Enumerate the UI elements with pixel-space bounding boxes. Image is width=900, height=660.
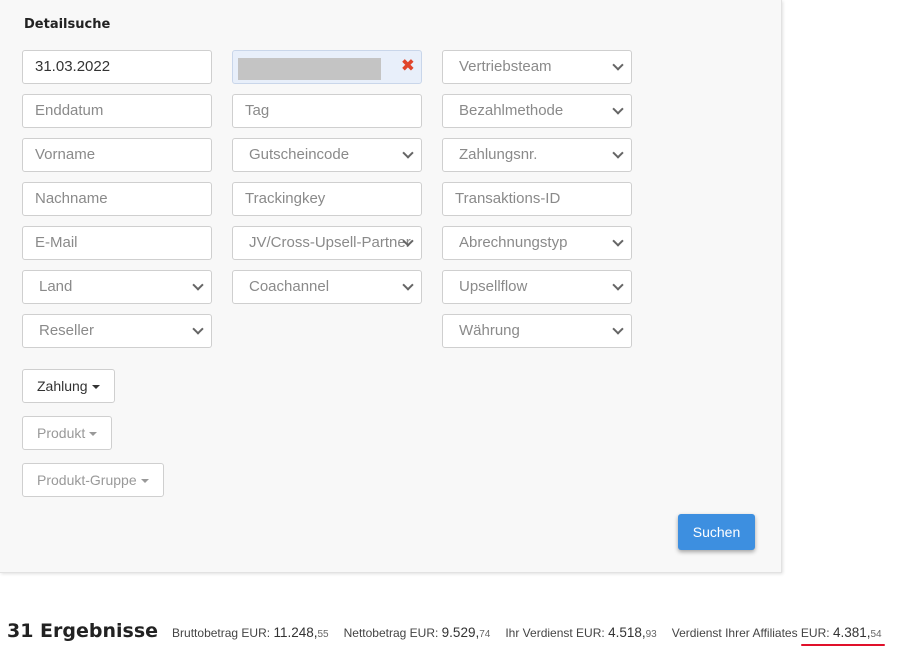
payment-filter-button[interactable]: Zahlung <box>22 369 115 403</box>
chevron-down-icon <box>612 103 624 115</box>
panel-title: Detailsuche <box>24 17 111 32</box>
affiliates-label: Verdienst Ihrer Affiliates EUR: <box>671 626 830 640</box>
earnings-label: Ihr Verdienst EUR: <box>505 626 605 640</box>
results-count: 31 Ergebnisse <box>7 620 159 642</box>
coachannel-select-label: Coachannel <box>249 278 330 295</box>
coupon-select-label: Gutscheincode <box>249 146 350 163</box>
detail-search-panel: Detailsuche 31.03.2022 Enddatum Vorname … <box>0 0 782 573</box>
firstname-input[interactable]: Vorname <box>22 138 212 172</box>
salesteam-select[interactable]: Vertriebsteam <box>442 50 632 84</box>
upsellflow-select[interactable]: Upsellflow <box>442 270 632 304</box>
billing-type-select-label: Abrechnungstyp <box>459 234 568 251</box>
product-search-input[interactable]: ✖ <box>232 50 422 84</box>
results-summary: 31 Ergebnisse Bruttobetrag EUR: 11.248,5… <box>7 620 897 650</box>
tag-input[interactable]: Tag <box>232 94 422 128</box>
chevron-down-icon <box>192 323 204 335</box>
gross-label: Bruttobetrag EUR: <box>172 626 271 640</box>
chevron-down-icon <box>612 59 624 71</box>
chevron-down-icon <box>612 323 624 335</box>
earnings-amount: Ihr Verdienst EUR: 4.518,93 <box>505 625 656 640</box>
affiliates-main: 4.381, <box>832 625 871 640</box>
currency-select-label: Währung <box>459 322 520 339</box>
clear-icon[interactable]: ✖ <box>401 51 415 81</box>
caret-down-icon <box>89 432 98 437</box>
chevron-down-icon <box>402 279 414 291</box>
search-button[interactable]: Suchen <box>678 514 755 550</box>
currency-select[interactable]: Währung <box>442 314 632 348</box>
chevron-down-icon <box>612 235 624 247</box>
payment-number-select[interactable]: Zahlungsnr. <box>442 138 632 172</box>
net-main: 9.529, <box>441 625 480 640</box>
earnings-main: 4.518, <box>608 625 646 640</box>
net-amount: Nettobetrag EUR: 9.529,74 <box>344 625 491 640</box>
upsellflow-select-label: Upsellflow <box>459 278 528 295</box>
coupon-select[interactable]: Gutscheincode <box>232 138 422 172</box>
email-input[interactable]: E-Mail <box>22 226 212 260</box>
trackingkey-input[interactable]: Trackingkey <box>232 182 422 216</box>
jv-partner-select-label: JV/Cross-Upsell-Partner <box>249 234 411 251</box>
chevron-down-icon <box>192 279 204 291</box>
jv-partner-select[interactable]: JV/Cross-Upsell-Partner <box>232 226 422 260</box>
lastname-input[interactable]: Nachname <box>22 182 212 216</box>
product-group-filter-button[interactable]: Produkt-Gruppe <box>22 463 164 497</box>
country-select-label: Land <box>39 278 73 295</box>
product-group-filter-label: Produkt-Gruppe <box>37 472 137 488</box>
caret-down-icon <box>140 479 149 484</box>
affiliates-amount: Verdienst Ihrer Affiliates EUR: 4.381,54 <box>671 625 885 646</box>
payment-method-select[interactable]: Bezahlmethode <box>442 94 632 128</box>
gross-cents: 55 <box>317 629 329 640</box>
reseller-select[interactable]: Reseller <box>22 314 212 348</box>
chevron-down-icon <box>612 279 624 291</box>
gross-amount: Bruttobetrag EUR: 11.248,55 <box>172 625 329 640</box>
end-date-input[interactable]: Enddatum <box>22 94 212 128</box>
salesteam-select-label: Vertriebsteam <box>459 58 552 75</box>
chevron-down-icon <box>612 147 624 159</box>
reseller-select-label: Reseller <box>39 322 95 339</box>
highlight-underline <box>800 644 885 646</box>
billing-type-select[interactable]: Abrechnungstyp <box>442 226 632 260</box>
chevron-down-icon <box>402 147 414 159</box>
affiliates-cents: 54 <box>870 629 882 640</box>
product-filter-button[interactable]: Produkt <box>22 416 113 450</box>
caret-down-icon <box>91 385 100 390</box>
country-select[interactable]: Land <box>22 270 212 304</box>
payment-number-select-label: Zahlungsnr. <box>459 146 538 163</box>
redacted-value <box>238 58 381 80</box>
net-label: Nettobetrag EUR: <box>343 626 439 640</box>
coachannel-select[interactable]: Coachannel <box>232 270 422 304</box>
start-date-input[interactable]: 31.03.2022 <box>22 50 212 84</box>
transaction-id-input[interactable]: Transaktions-ID <box>442 182 632 216</box>
earnings-cents: 93 <box>645 629 657 640</box>
product-filter-label: Produkt <box>37 425 86 441</box>
gross-main: 11.248, <box>273 625 318 640</box>
net-cents: 74 <box>479 629 491 640</box>
payment-method-select-label: Bezahlmethode <box>459 102 564 119</box>
payment-filter-label: Zahlung <box>37 378 88 394</box>
